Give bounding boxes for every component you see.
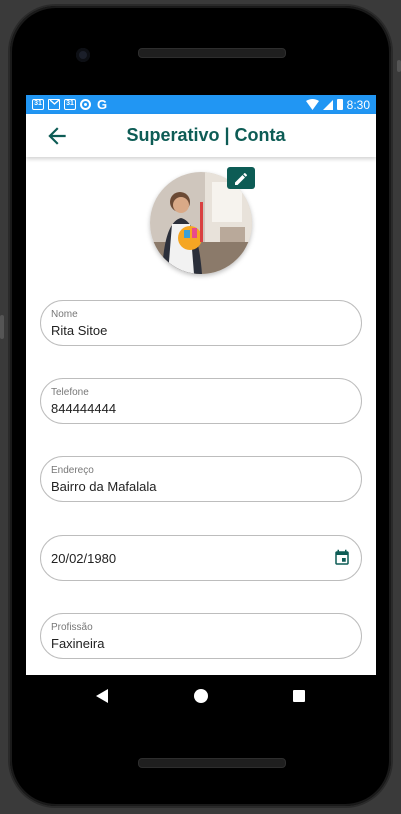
telefone-field[interactable]: Telefone 844444444 — [40, 378, 362, 424]
edit-photo-button[interactable] — [227, 167, 255, 189]
side-button — [0, 315, 4, 339]
gmail-icon — [48, 99, 60, 110]
arrow-back-icon[interactable] — [44, 123, 70, 149]
nome-label: Nome — [51, 309, 78, 320]
nav-back-icon[interactable] — [96, 689, 108, 703]
calendar-icon: 31 — [64, 99, 76, 110]
profissao-value: Faxineira — [51, 636, 105, 651]
google-icon: G — [97, 97, 108, 112]
battery-icon — [336, 99, 343, 110]
status-bar: 31 31 G 8:30 — [26, 95, 376, 114]
nav-recents-icon[interactable] — [293, 690, 305, 702]
front-camera — [76, 48, 90, 62]
top-speaker — [138, 48, 286, 58]
app-bar: Superativo | Conta — [26, 114, 376, 157]
side-button — [397, 60, 401, 72]
wifi-icon — [305, 99, 319, 110]
nome-value: Rita Sitoe — [51, 323, 108, 338]
profissao-label: Profissão — [51, 622, 93, 633]
endereco-label: Endereço — [51, 465, 94, 476]
endereco-value: Bairro da Mafalala — [51, 479, 157, 494]
app-screen: 31 31 G 8:30 Superativo | Conta Nome Rit… — [26, 95, 376, 675]
pencil-icon — [235, 172, 248, 185]
cell-signal-icon — [322, 99, 333, 110]
page-title: Superativo | Conta — [126, 125, 286, 145]
endereco-field[interactable]: Endereço Bairro da Mafalala — [40, 456, 362, 502]
nome-field[interactable]: Nome Rita Sitoe — [40, 300, 362, 346]
telefone-label: Telefone — [51, 387, 89, 398]
birthdate-value: 20/02/1980 — [51, 551, 117, 566]
bottom-speaker — [138, 758, 286, 768]
nav-home-icon[interactable] — [194, 689, 208, 703]
status-time: 8:30 — [346, 97, 370, 112]
profissao-field[interactable]: Profissão Faxineira — [40, 613, 362, 659]
account-form: Nome Rita Sitoe Telefone 844444444 Ender… — [26, 157, 376, 675]
android-nav-bar — [26, 675, 376, 717]
calendar-icon: 31 — [32, 99, 44, 110]
chrome-icon — [80, 99, 91, 110]
telefone-value: 844444444 — [51, 401, 117, 416]
calendar-icon[interactable] — [333, 549, 351, 567]
birthdate-field[interactable]: 20/02/1980 — [40, 535, 362, 581]
